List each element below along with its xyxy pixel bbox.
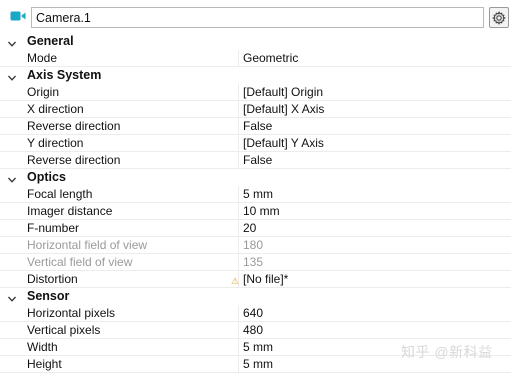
property-row-imager-distance[interactable]: Imager distance 10 mm xyxy=(0,203,511,220)
property-value[interactable]: 480 xyxy=(243,322,263,339)
property-row-origin[interactable]: Origin [Default] Origin xyxy=(0,84,511,101)
watermark: 知乎 @新科益 xyxy=(401,344,493,360)
property-label: Mode xyxy=(27,51,58,65)
property-value[interactable]: 5 mm xyxy=(243,356,273,373)
category-optics[interactable]: Optics xyxy=(0,169,511,186)
column-divider xyxy=(238,135,239,152)
chevron-down-icon[interactable] xyxy=(7,173,17,183)
property-value[interactable]: False xyxy=(243,118,272,135)
category-label: Sensor xyxy=(27,289,70,303)
property-row-horizontal-pixels[interactable]: Horizontal pixels 640 xyxy=(0,305,511,322)
property-row-focal-length[interactable]: Focal length 5 mm xyxy=(0,186,511,203)
property-value[interactable]: False xyxy=(243,152,272,169)
property-value[interactable]: 640 xyxy=(243,305,263,322)
property-value: 180 xyxy=(243,238,264,252)
column-divider xyxy=(238,203,239,220)
property-label: Distortion xyxy=(27,272,78,286)
property-value[interactable]: 5 mm xyxy=(243,339,273,356)
property-value[interactable]: [Default] Y Axis xyxy=(243,135,324,152)
category-sensor[interactable]: Sensor xyxy=(0,288,511,305)
column-divider xyxy=(238,254,239,271)
property-row-distortion[interactable]: Distortion ⚠ [No file]* xyxy=(0,271,511,288)
property-value[interactable]: [Default] X Axis xyxy=(243,101,324,118)
column-divider xyxy=(238,84,239,101)
property-row-y-direction[interactable]: Y direction [Default] Y Axis xyxy=(0,135,511,152)
property-label: Reverse direction xyxy=(27,153,121,167)
property-label: Horizontal pixels xyxy=(27,306,116,320)
property-row-f-number[interactable]: F-number 20 xyxy=(0,220,511,237)
column-divider xyxy=(238,118,239,135)
property-row-mode[interactable]: Mode Geometric xyxy=(0,50,511,67)
column-divider xyxy=(238,356,239,373)
property-row-reverse-direction-x[interactable]: Reverse direction False xyxy=(0,118,511,135)
object-name-input[interactable] xyxy=(31,7,484,28)
column-divider xyxy=(238,322,239,339)
category-label: Optics xyxy=(27,170,66,184)
property-grid: General Mode Geometric Axis System Origin [De… xyxy=(0,33,511,373)
property-row-vertical-pixels[interactable]: Vertical pixels 480 xyxy=(0,322,511,339)
property-row-reverse-direction-y[interactable]: Reverse direction False xyxy=(0,152,511,169)
property-label: Origin xyxy=(27,85,60,99)
property-label: F-number xyxy=(27,221,80,235)
header-bar xyxy=(0,0,511,32)
property-label: Reverse direction xyxy=(27,119,121,133)
property-row-horizontal-fov: Horizontal field of view 180 xyxy=(0,237,511,254)
property-value[interactable]: [Default] Origin xyxy=(243,84,323,101)
category-general[interactable]: General xyxy=(0,33,511,50)
property-value: 135 xyxy=(243,255,264,269)
property-label: Imager distance xyxy=(27,204,113,218)
camera-icon xyxy=(10,11,26,21)
property-value[interactable]: Geometric xyxy=(243,50,298,67)
property-value[interactable]: [No file]* xyxy=(243,271,288,288)
column-divider xyxy=(238,339,239,356)
category-label: General xyxy=(27,34,74,48)
property-row-vertical-fov: Vertical field of view 135 xyxy=(0,254,511,271)
property-label: Horizontal field of view xyxy=(27,238,148,252)
property-label: Width xyxy=(27,340,58,354)
property-label: Height xyxy=(27,357,62,371)
property-value[interactable]: 5 mm xyxy=(243,186,273,203)
property-label: Y direction xyxy=(27,136,84,150)
column-divider xyxy=(238,305,239,322)
property-row-x-direction[interactable]: X direction [Default] X Axis xyxy=(0,101,511,118)
property-label: X direction xyxy=(27,102,84,116)
property-value[interactable]: 10 mm xyxy=(243,203,280,220)
column-divider xyxy=(238,152,239,169)
column-divider xyxy=(238,50,239,67)
column-divider xyxy=(238,186,239,203)
property-label: Focal length xyxy=(27,187,93,201)
property-value[interactable]: 20 xyxy=(243,220,256,237)
column-divider xyxy=(238,237,239,254)
settings-button[interactable] xyxy=(489,7,509,28)
category-axis-system[interactable]: Axis System xyxy=(0,67,511,84)
column-divider xyxy=(238,101,239,118)
chevron-down-icon[interactable] xyxy=(7,71,17,81)
column-divider xyxy=(238,220,239,237)
chevron-down-icon[interactable] xyxy=(7,37,17,47)
category-label: Axis System xyxy=(27,68,102,82)
property-label: Vertical field of view xyxy=(27,255,133,269)
property-label: Vertical pixels xyxy=(27,323,101,337)
chevron-down-icon[interactable] xyxy=(7,292,17,302)
gear-icon xyxy=(492,10,506,25)
